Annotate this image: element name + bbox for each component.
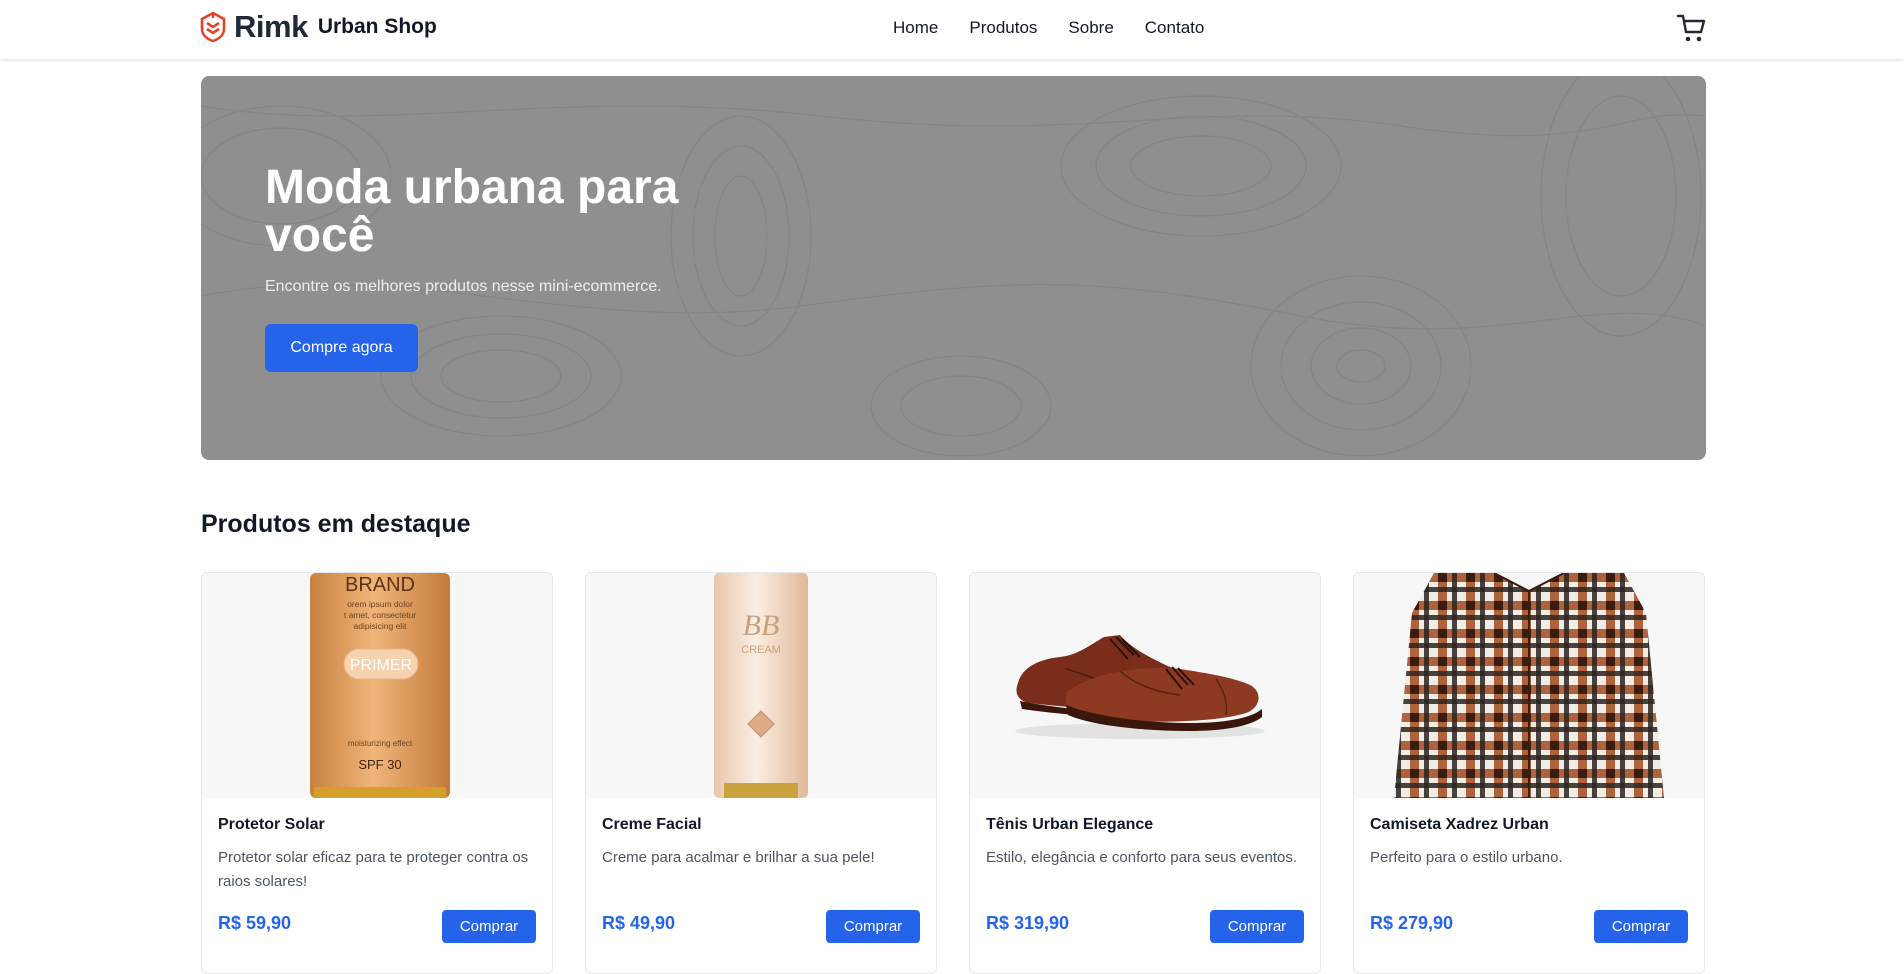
nav-link-home[interactable]: Home xyxy=(893,16,938,40)
product-name: Creme Facial xyxy=(602,816,702,833)
sunscreen-tube-image: BRAND orem ipsum dolor t amet, consectet… xyxy=(310,573,450,798)
layered-shield-logo-icon xyxy=(200,12,226,42)
product-price: R$ 319,90 xyxy=(986,913,1070,933)
brand-name: Rimk xyxy=(234,9,308,44)
product-image-shoes xyxy=(970,573,1320,798)
nav-link-produtos[interactable]: Produtos xyxy=(969,16,1037,40)
cream-logo-text: BB xyxy=(743,609,780,642)
sunscreen-lorem-line: t amet, consectetur xyxy=(344,610,416,620)
sunscreen-effect-text: moisturizing effect xyxy=(348,739,413,748)
shop-now-button[interactable]: Compre agora xyxy=(265,324,418,372)
cream-label-text: CREAM xyxy=(741,644,781,656)
bb-cream-tube-image: BB CREAM xyxy=(714,573,808,798)
product-price: R$ 49,90 xyxy=(602,913,676,933)
main-nav: Home Produtos Sobre Contato xyxy=(893,16,1204,40)
buy-button[interactable]: Comprar xyxy=(1210,910,1304,943)
topographic-pattern xyxy=(201,76,1706,457)
product-name: Camiseta Xadrez Urban xyxy=(1370,816,1549,833)
product-card: Camiseta Xadrez Urban Perfeito para o es… xyxy=(1353,572,1705,974)
product-price: R$ 59,90 xyxy=(218,913,292,933)
hero-subtitle: Encontre os melhores produtos nesse mini… xyxy=(265,278,662,295)
logo[interactable]: Rimk Urban Shop xyxy=(200,11,437,43)
plaid-shirt-image xyxy=(1394,573,1664,798)
hero-banner: Moda urbana para você Encontre os melhor… xyxy=(201,76,1706,460)
sunscreen-brand-text: BRAND xyxy=(345,574,415,596)
product-name: Protetor Solar xyxy=(218,816,325,833)
featured-products-title: Produtos em destaque xyxy=(201,510,471,538)
top-navbar: Rimk Urban Shop Home Produtos Sobre Cont… xyxy=(0,0,1904,59)
sunscreen-spf-text: SPF 30 xyxy=(358,757,401,772)
shop-name: Urban Shop xyxy=(317,15,437,38)
product-image-sunscreen: BRAND orem ipsum dolor t amet, consectet… xyxy=(202,573,552,798)
buy-button[interactable]: Comprar xyxy=(826,910,920,943)
product-card: Tênis Urban Elegance Estilo, elegância e… xyxy=(969,572,1321,974)
product-description: Perfeito para o estilo urbano. xyxy=(1370,849,1563,866)
product-price: R$ 279,90 xyxy=(1370,913,1454,933)
nav-link-contato[interactable]: Contato xyxy=(1145,16,1205,40)
product-card: BRAND orem ipsum dolor t amet, consectet… xyxy=(201,572,553,974)
shopping-cart-icon[interactable] xyxy=(1676,12,1706,44)
nav-link-sobre[interactable]: Sobre xyxy=(1068,16,1113,40)
buy-button[interactable]: Comprar xyxy=(442,910,536,943)
sunscreen-lorem-line: orem ipsum dolor xyxy=(347,599,413,609)
product-name: Tênis Urban Elegance xyxy=(986,816,1154,833)
product-image-shirt xyxy=(1354,573,1704,798)
sunscreen-lorem-line: adipisicing elit xyxy=(354,621,408,631)
product-card: BB CREAM Creme Facial Creme para acalmar… xyxy=(585,572,937,974)
hero-title: Moda urbana para você xyxy=(265,161,679,262)
buy-button[interactable]: Comprar xyxy=(1594,910,1688,943)
product-description: Protetor solar eficaz para te proteger c… xyxy=(218,849,529,890)
sunscreen-label-text: PRIMER xyxy=(350,657,412,674)
product-image-cream: BB CREAM xyxy=(586,573,936,798)
product-description: Estilo, elegância e conforto para seus e… xyxy=(986,849,1298,866)
product-description: Creme para acalmar e brilhar a sua pele! xyxy=(602,849,875,866)
leather-shoes-image xyxy=(1015,635,1265,739)
